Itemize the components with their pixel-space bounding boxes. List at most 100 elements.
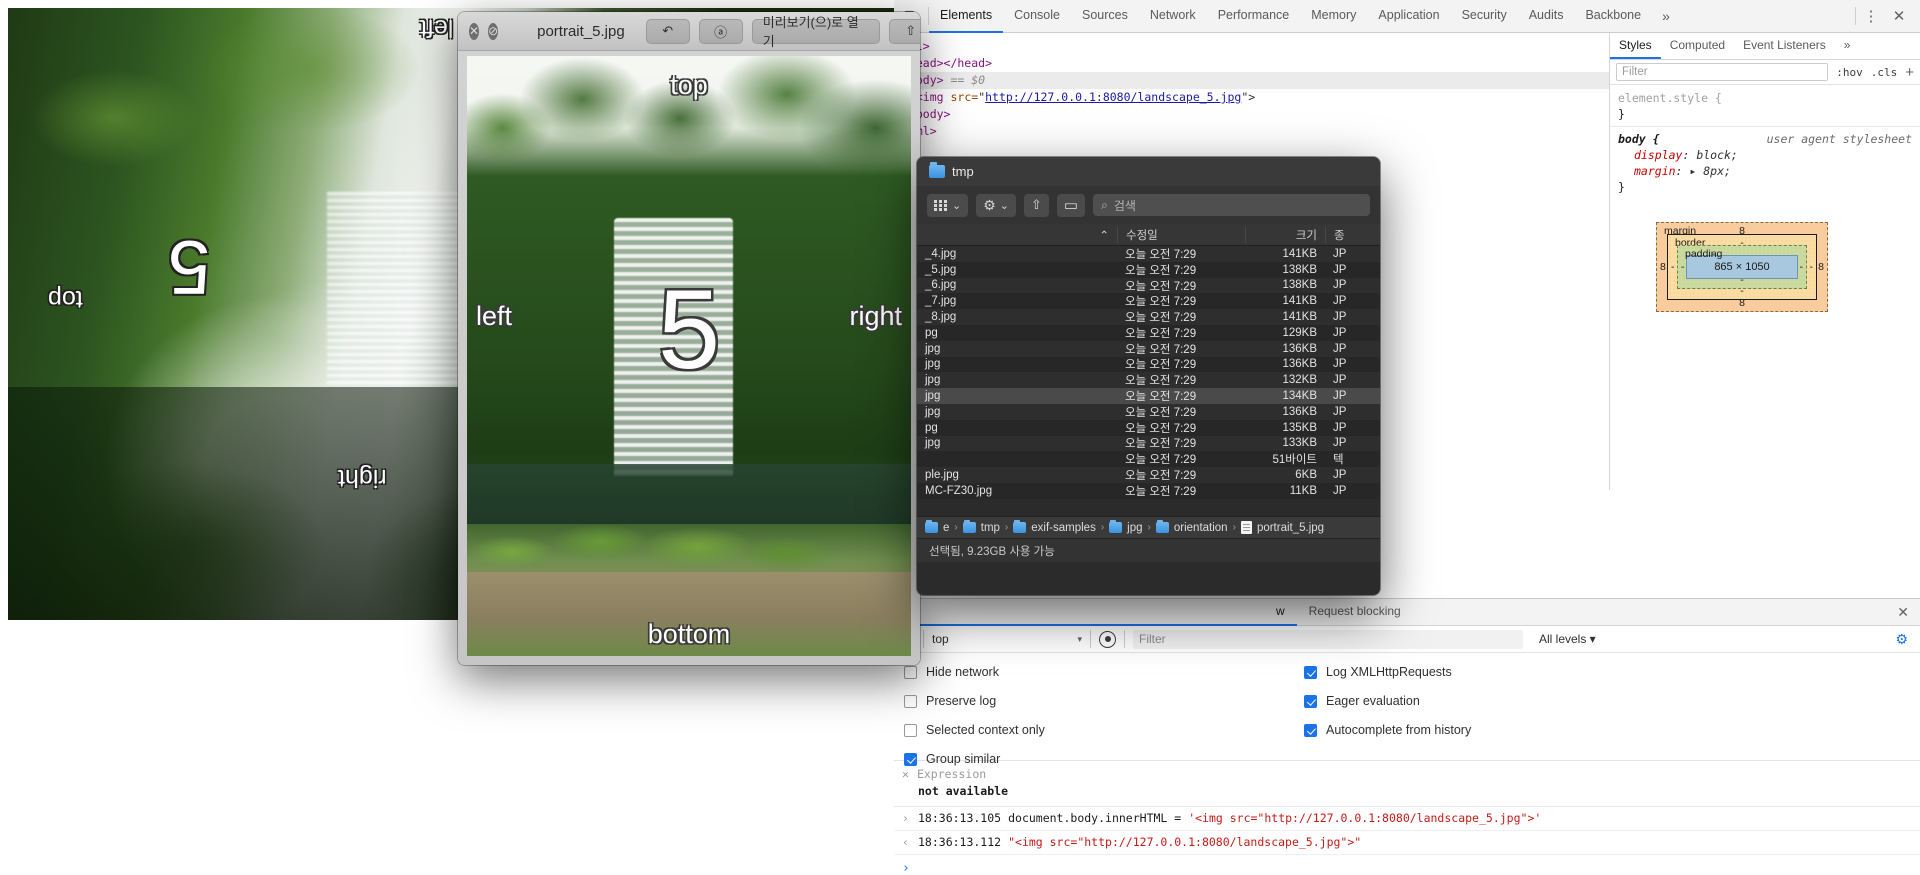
table-row[interactable]: jpg 오늘 오전 7:29 136KB JP (917, 403, 1380, 420)
checkbox-preserve-log[interactable] (904, 694, 917, 708)
table-row[interactable]: _6.jpg 오늘 오전 7:29 138KB JP (917, 277, 1380, 294)
block-icon[interactable]: ⊘ (488, 22, 499, 40)
breadcrumb-item[interactable]: e (943, 522, 949, 534)
css-value-display[interactable]: : block; (1682, 148, 1737, 162)
setting-log-xmlhttprequests[interactable]: Log XMLHttpRequests (1304, 661, 1471, 683)
breadcrumb-item[interactable]: tmp (981, 522, 1000, 534)
tab-sources[interactable]: Sources (1071, 0, 1139, 33)
rotate-button[interactable]: ↶ (645, 18, 690, 44)
setting-selected-context-only[interactable]: Selected context only (904, 719, 1045, 741)
table-row[interactable]: MC-FZ30.jpg 오늘 오전 7:29 11KB JP (917, 482, 1380, 499)
tab-event-listeners[interactable]: Event Listeners (1734, 33, 1835, 59)
checkbox-autocomplete-from-history[interactable] (1304, 723, 1317, 737)
breadcrumb-item[interactable]: jpg (1127, 522, 1142, 534)
tab-application[interactable]: Application (1367, 0, 1450, 33)
markup-button[interactable]: ⓐ (698, 18, 743, 44)
log-levels-dropdown[interactable]: All levels ▾ (1539, 632, 1596, 646)
margin-right-value[interactable]: 8 (1818, 261, 1824, 273)
share-button[interactable]: ⇧ (1024, 193, 1049, 217)
table-row[interactable]: 오늘 오전 7:29 51바이트 텍 (917, 451, 1380, 468)
tab-network[interactable]: Network (1139, 0, 1207, 33)
checkbox-hide-network[interactable] (904, 665, 917, 679)
finder-titlebar[interactable]: tmp (917, 157, 1380, 186)
box-model-padding[interactable]: padding - - - - 865 × 1050 (1677, 245, 1807, 289)
column-header-size[interactable]: 크기 (1245, 226, 1325, 243)
console-filter-input[interactable]: Filter (1133, 629, 1523, 649)
setting-preserve-log[interactable]: Preserve log (904, 690, 1045, 712)
quicklook-titlebar[interactable]: ✕ ⊘ portrait_5.jpg ↶ ⓐ 미리보기(으)로 열기 ⇧ (458, 12, 920, 51)
dom-line-head[interactable]: <head></head> (894, 55, 1609, 72)
table-row[interactable]: pg 오늘 오전 7:29 129KB JP (917, 324, 1380, 341)
kebab-menu-icon[interactable]: ⋮ (1858, 3, 1884, 29)
table-row[interactable]: jpg 오늘 오전 7:29 136KB JP (917, 356, 1380, 373)
checkbox-selected-context-only[interactable] (904, 723, 917, 737)
dom-line-body[interactable]: <body> == $0 (894, 72, 1609, 89)
setting-autocomplete-from-history[interactable]: Autocomplete from history (1304, 719, 1471, 741)
checkbox-group-similar[interactable] (904, 752, 917, 766)
padding-bottom-value[interactable]: - (1678, 274, 1806, 286)
styles-filter-input[interactable]: Filter (1616, 63, 1829, 81)
setting-hide-network[interactable]: Hide network (904, 661, 1045, 683)
drawer-tab-request-blocking[interactable]: Request blocking (1297, 599, 1413, 626)
checkbox-log-xmlhttprequests[interactable] (1304, 665, 1317, 679)
column-header-date[interactable]: 수정일 (1117, 226, 1245, 243)
box-model-margin[interactable]: margin 8 8 8 8 border - - - - padding - … (1656, 222, 1828, 312)
box-model-border[interactable]: border - - - - padding - - - - 865 × 105… (1667, 234, 1817, 300)
column-header-name[interactable]: ⌃ (917, 228, 1117, 242)
drawer-close-icon[interactable]: ✕ (1897, 604, 1920, 621)
hov-toggle[interactable]: :hov (1836, 66, 1863, 79)
live-expression-icon[interactable] (1099, 630, 1116, 648)
column-header-kind[interactable]: 종 (1325, 226, 1380, 243)
dom-line-body-close[interactable]: </body> (894, 106, 1609, 123)
share-button[interactable]: ⇧ (888, 18, 920, 44)
finder-search-input[interactable]: ⌕ 검색 (1093, 194, 1370, 216)
tab-memory[interactable]: Memory (1300, 0, 1367, 33)
breadcrumb-item[interactable]: exif-samples (1031, 522, 1096, 534)
tag-button[interactable]: ▭ (1056, 193, 1086, 217)
console-settings-gear-icon[interactable]: ⚙ (1895, 631, 1914, 648)
table-row[interactable]: jpg 오늘 오전 7:29 136KB JP (917, 340, 1380, 357)
styles-more-tabs-icon[interactable]: » (1835, 33, 1860, 59)
new-style-rule-icon[interactable]: + (1905, 64, 1914, 81)
console-line-output[interactable]: ‹ 18:36:13.112 "<img src="http://127.0.0… (894, 831, 1920, 855)
padding-right-value[interactable]: - (1800, 261, 1804, 273)
breadcrumb-item[interactable]: orientation (1174, 522, 1228, 534)
dom-line-img[interactable]: <img src="http://127.0.0.1:8080/landscap… (894, 89, 1609, 106)
tab-backbone[interactable]: Backbone (1574, 0, 1652, 33)
dom-img-src-link[interactable]: http://127.0.0.1:8080/landscape_5.jpg (985, 90, 1241, 104)
tab-audits[interactable]: Audits (1518, 0, 1575, 33)
table-row[interactable]: _7.jpg 오늘 오전 7:29 141KB JP (917, 293, 1380, 310)
dom-line-html-open[interactable]: tml> (894, 38, 1609, 55)
tab-console[interactable]: Console (1003, 0, 1071, 33)
view-mode-button[interactable]: ⌄ (927, 193, 969, 217)
table-row[interactable]: jpg 오늘 오전 7:29 133KB JP (917, 435, 1380, 452)
tab-computed[interactable]: Computed (1661, 33, 1734, 59)
open-with-preview-button[interactable]: 미리보기(으)로 열기 (751, 15, 880, 49)
rule-element-style[interactable]: element.style { } (1610, 89, 1920, 123)
console-line-input[interactable]: › 18:36:13.105 document.body.innerHTML =… (894, 807, 1920, 831)
checkbox-eager-evaluation[interactable] (1304, 694, 1317, 708)
close-devtools-icon[interactable]: ✕ (1886, 3, 1912, 29)
padding-top-value[interactable]: - (1712, 248, 1806, 260)
table-row[interactable]: jpg 오늘 오전 7:29 134KB JP (917, 388, 1380, 404)
action-menu-button[interactable]: ⚙ ⌄ (976, 193, 1016, 217)
table-row[interactable]: _4.jpg 오늘 오전 7:29 141KB JP (917, 246, 1380, 262)
setting-eager-evaluation[interactable]: Eager evaluation (1304, 690, 1471, 712)
rule-body[interactable]: body { user agent stylesheet display: bl… (1610, 130, 1920, 196)
tab-elements[interactable]: Elements (929, 0, 1004, 33)
dom-line-html-close[interactable]: html> (894, 123, 1609, 140)
css-value-margin[interactable]: : ▸ 8px; (1676, 164, 1731, 178)
border-right-value[interactable]: - (1810, 261, 1814, 273)
border-left-value[interactable]: - (1671, 261, 1675, 273)
execution-context-selector[interactable]: top ▾ (932, 632, 1082, 646)
breadcrumb-item[interactable]: portrait_5.jpg (1257, 522, 1324, 534)
tab-security[interactable]: Security (1451, 0, 1518, 33)
tab-performance[interactable]: Performance (1207, 0, 1301, 33)
css-prop-display[interactable]: display (1618, 148, 1682, 162)
drawer-tab-console[interactable]: w (894, 599, 1297, 626)
table-row[interactable]: jpg 오늘 오전 7:29 132KB JP (917, 372, 1380, 389)
padding-left-value[interactable]: - (1681, 261, 1685, 273)
setting-group-similar[interactable]: Group similar (904, 748, 1045, 770)
table-row[interactable]: pg 오늘 오전 7:29 135KB JP (917, 419, 1380, 436)
close-icon[interactable]: ✕ (469, 22, 480, 40)
